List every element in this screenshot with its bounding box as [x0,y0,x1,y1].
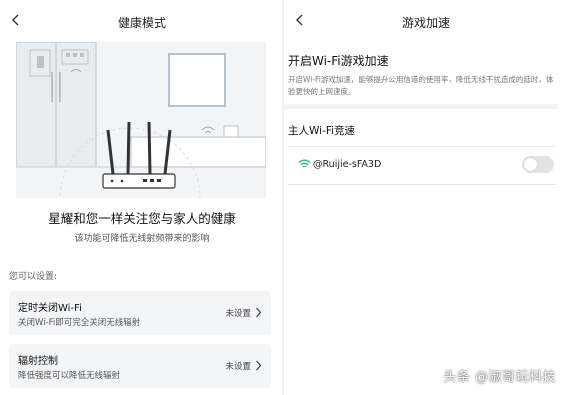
wifi-network-row: @Ruijie-sFA3D [296,152,556,180]
wifi-icon [298,159,311,168]
feature-heading: 开启Wi-Fi游戏加速 [288,54,389,68]
section-label: 您可以设置: [9,272,58,282]
section-title: 主人Wi-Fi竞速 [288,125,356,137]
divider-line [288,146,556,147]
room-illustration [16,42,266,198]
acceleration-toggle[interactable] [522,156,554,173]
illustration-graphic [16,42,266,198]
radiation-control-card[interactable]: 辐射控制 降低强度可以降低无线辐射 未设置 [9,344,271,388]
hero-title: 星耀和您一样关注您与家人的健康 [48,211,236,226]
navbar: 游戏加速 [284,0,568,42]
section-gap [284,104,558,109]
toggle-knob [524,158,537,171]
card-title: 辐射控制 [18,356,58,367]
chevron-right-icon [256,360,262,371]
card-status: 未设置 [225,362,251,372]
navbar: 健康模式 [0,0,284,42]
scheduled-wifi-off-card[interactable]: 定时关闭Wi-Fi 关闭Wi-Fi即可完全关闭无线辐射 未设置 [9,291,271,335]
chevron-right-icon [256,307,262,318]
page-title: 游戏加速 [401,16,450,30]
card-status: 未设置 [225,309,251,319]
game-acceleration-screen: 游戏加速 开启Wi-Fi游戏加速 开启Wi-Fi游戏加速，能够提升公用信道的使用… [284,0,568,395]
card-desc: 降低强度可以降低无线辐射 [18,371,121,381]
card-desc: 关闭Wi-Fi即可完全关闭无线辐射 [18,318,141,328]
feature-description: 开启Wi-Fi游戏加速，能够提升公用信道的使用率，降低无线干扰造成的延时，体验更… [288,75,554,96]
card-title: 定时关闭Wi-Fi [18,303,82,314]
health-mode-screen: 健康模式 星耀和您一样关注您与家人的健康 该功能可降低无线射频带来的影响 您可以… [0,0,284,395]
hero-subtitle: 该功能可降低无线射频带来的影响 [74,234,210,244]
divider-line [288,184,556,185]
watermark: 头条 @淑哥玩科技 [443,370,556,385]
page-title: 健康模式 [117,16,166,30]
network-name: @Ruijie-sFA3D [313,159,382,170]
